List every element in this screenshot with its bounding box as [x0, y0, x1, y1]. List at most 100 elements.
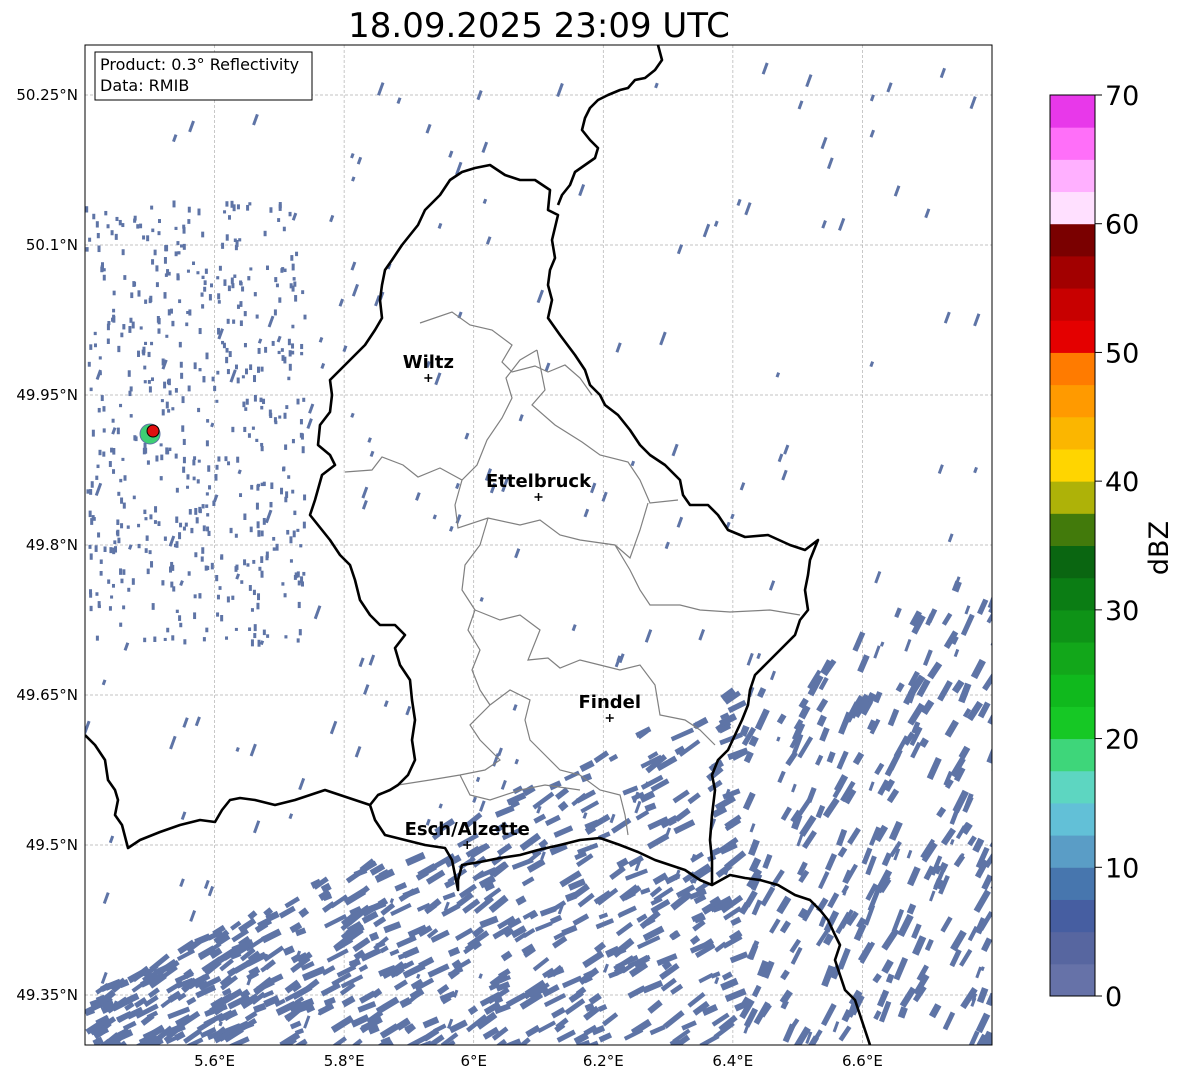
echo-cell — [119, 568, 123, 575]
colorbar-segment — [1050, 642, 1095, 675]
echo-cell — [95, 221, 99, 228]
colorbar-segment — [1050, 674, 1095, 707]
echo-cell — [298, 629, 302, 636]
echo-cell — [225, 636, 229, 640]
echo-cell — [203, 280, 207, 286]
echo-cell — [257, 639, 261, 647]
echo-cell — [182, 243, 186, 250]
echo-cell — [223, 210, 227, 214]
echo-cell — [121, 223, 125, 228]
echo-cell — [208, 294, 212, 301]
echo-cell — [148, 386, 152, 393]
echo-cell — [144, 299, 148, 304]
echo-cell — [234, 627, 238, 631]
echo-cell — [122, 502, 126, 509]
echo-cell — [221, 242, 225, 249]
echo-cell — [167, 409, 171, 413]
echo-cell — [206, 565, 210, 571]
echo-cell — [280, 348, 284, 352]
echo-cell — [180, 372, 184, 379]
echo-cell — [238, 238, 242, 242]
echo-cell — [300, 576, 304, 584]
echo-cell — [275, 543, 279, 551]
echo-cell — [112, 308, 116, 313]
echo-cell — [302, 521, 306, 529]
echo-cell — [198, 593, 202, 599]
echo-cell — [137, 290, 141, 297]
echo-cell — [88, 237, 92, 242]
echo-cell — [95, 635, 99, 641]
colorbar-segment — [1050, 899, 1095, 933]
echo-cell — [157, 219, 161, 224]
echo-cell — [253, 292, 257, 297]
echo-cell — [291, 438, 295, 444]
echo-cell — [112, 448, 116, 455]
echo-cell — [184, 522, 188, 527]
echo-cell — [123, 475, 127, 481]
echo-cell — [172, 586, 176, 592]
echo-cell — [117, 491, 121, 496]
echo-cell — [232, 319, 236, 324]
echo-cell — [296, 398, 300, 405]
echo-cell — [265, 551, 269, 558]
echo-cell — [97, 407, 101, 413]
echo-cell — [287, 338, 291, 346]
echo-cell — [150, 205, 154, 210]
radar-map[interactable]: WiltzEttelbruckFindelEsch/Alzette 5.6°E 5… — [16, 44, 1008, 1070]
echo-cell — [217, 293, 221, 300]
echo-cell — [271, 340, 275, 346]
echo-cell — [225, 234, 229, 241]
colorbar-tick-label: 10 — [1105, 853, 1139, 884]
echo-cell — [175, 541, 179, 548]
echo-cell — [174, 453, 178, 459]
echo-cell — [224, 456, 228, 462]
echo-cell — [148, 550, 152, 555]
echo-cell — [89, 592, 93, 598]
echo-cell — [205, 627, 209, 633]
lat-tick-label: 49.35°N — [16, 986, 78, 1004]
echo-cell — [231, 426, 235, 433]
echo-cell — [129, 386, 133, 392]
echo-cell — [182, 224, 186, 229]
echo-cell — [247, 276, 251, 281]
echo-cell — [269, 207, 273, 213]
echo-cell — [233, 238, 237, 243]
colorbar-tick-label: 20 — [1105, 725, 1139, 756]
echo-cell — [245, 398, 249, 405]
echo-cell — [253, 375, 257, 383]
echo-cell — [286, 529, 290, 535]
radar-location-marker — [146, 424, 160, 438]
echo-cell — [153, 249, 157, 256]
echo-cell — [283, 412, 287, 419]
echo-cell — [197, 459, 201, 463]
colorbar-segment — [1050, 867, 1095, 900]
echo-cell — [171, 320, 175, 327]
echo-cell — [157, 521, 161, 527]
echo-cell — [215, 464, 219, 470]
echo-cell — [300, 351, 304, 356]
echo-cell — [179, 522, 183, 528]
colorbar-tick-label: 60 — [1105, 210, 1139, 241]
echo-cell — [239, 320, 243, 327]
map-title: 18.09.2025 23:09 UTC — [348, 6, 730, 46]
colorbar-tick-label: 30 — [1105, 596, 1139, 627]
echo-cell — [86, 489, 90, 494]
echo-cell — [250, 639, 254, 647]
echo-cell — [260, 570, 264, 578]
colorbar-segment — [1050, 159, 1095, 193]
echo-cell — [288, 211, 292, 217]
echo-cell — [176, 275, 180, 281]
echo-cell — [300, 433, 304, 440]
echo-cell — [146, 460, 150, 465]
echo-cell — [156, 316, 160, 323]
echo-cell — [178, 341, 182, 348]
echo-cell — [253, 624, 257, 632]
echo-cell — [209, 283, 213, 288]
echo-cell — [265, 265, 269, 271]
colorbar-tick-label: 50 — [1105, 338, 1139, 369]
echo-cell — [198, 508, 202, 514]
echo-cell — [186, 474, 190, 480]
echo-cell — [143, 365, 147, 370]
echo-cell — [204, 268, 208, 274]
echo-cell — [225, 356, 229, 364]
